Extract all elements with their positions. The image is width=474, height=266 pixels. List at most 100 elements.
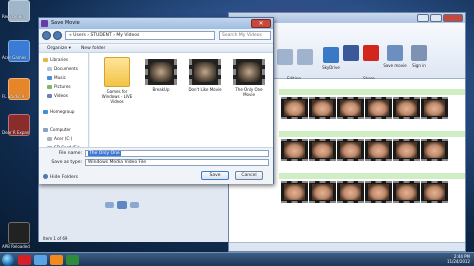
nav-item[interactable]: Homegroup (43, 109, 75, 114)
video-clip-thumbnail[interactable] (309, 181, 336, 203)
file-label: Don't Like Movie (188, 87, 222, 92)
video-clip-thumbnail[interactable] (337, 181, 364, 203)
close-button[interactable]: ✕ (251, 19, 271, 28)
maximize-button[interactable] (430, 14, 442, 22)
nav-item[interactable]: Music (47, 75, 66, 80)
start-button[interactable] (2, 254, 14, 266)
list-item[interactable]: BreakUp (142, 57, 180, 92)
timeline-band (279, 131, 465, 137)
nav-item[interactable]: Documents (47, 66, 78, 71)
youtube-icon[interactable] (363, 45, 379, 61)
game-icon[interactable] (8, 222, 30, 244)
video-clip-thumbnail[interactable] (365, 97, 392, 119)
list-item[interactable]: The Only One Movie (230, 57, 268, 97)
chevron-up-icon (43, 174, 48, 179)
close-button[interactable] (443, 14, 463, 22)
video-clip-thumbnail[interactable] (309, 97, 336, 119)
address-bar[interactable]: « Users › STUDENT › My Videos (65, 31, 215, 40)
pictures-icon (47, 85, 52, 89)
next-frame-button[interactable] (130, 202, 139, 208)
file-label: BreakUp (152, 87, 170, 92)
nav-item-label: Videos (54, 93, 68, 98)
cancel-button[interactable]: Cancel (235, 171, 263, 180)
video-clip-thumbnail[interactable] (337, 139, 364, 161)
video-clip-thumbnail[interactable] (309, 139, 336, 161)
itunes-icon[interactable] (34, 255, 47, 265)
desktop-icon-label: Dear R Expan (2, 130, 30, 135)
video-clip-thumbnail[interactable] (421, 181, 448, 203)
video-clip-thumbnail[interactable] (281, 181, 308, 203)
dialog-title: Save Movie (51, 20, 80, 26)
nav-item-label: Libraries (50, 57, 69, 62)
save-movie-label: Save movie (383, 63, 407, 68)
video-clip-thumbnail[interactable] (365, 181, 392, 203)
video-clip-thumbnail[interactable] (337, 97, 364, 119)
vlc-icon[interactable] (50, 255, 63, 265)
navigation-pane: Libraries Documents Music Pictures Videos Hom… (39, 53, 89, 150)
timeline-band (279, 173, 465, 179)
nav-item-label: Music (54, 75, 66, 80)
video-file-icon (189, 59, 221, 85)
command-bar: Organize ▾ New folder (39, 43, 273, 53)
movie-maker-icon (41, 20, 48, 27)
desktop-icon-label: APB Reloaded (2, 244, 30, 249)
file-label: Games for Windows - LIVE Videos (101, 89, 133, 104)
videos-icon (47, 94, 52, 98)
new-folder-button[interactable]: New folder (81, 46, 105, 51)
save-type-select[interactable]: Windows Media Video File (85, 159, 269, 166)
organize-button[interactable]: Organize ▾ (47, 46, 71, 51)
nav-item[interactable]: Acer (C:) (47, 136, 72, 141)
desktop-icon-label: Recycle Bin (2, 14, 26, 19)
clock-date: 11/24/2012 (446, 259, 470, 264)
file-label: The Only One Movie (235, 87, 263, 97)
play-button[interactable] (117, 201, 127, 209)
save-button[interactable]: Save (201, 171, 229, 180)
ribbon-tool-icon[interactable] (297, 49, 313, 65)
file-name-field[interactable]: The Only One (85, 150, 269, 157)
file-list: Games for Windows - LIVE Videos BreakUp … (90, 53, 273, 147)
save-movie-dialog: Save Movie ✕ « Users › STUDENT › My Vide… (38, 17, 274, 184)
nav-item-label: Computer (50, 127, 71, 132)
video-file-icon (145, 59, 177, 85)
video-clip-thumbnail[interactable] (365, 139, 392, 161)
libraries-icon (43, 58, 48, 62)
video-clip-thumbnail[interactable] (393, 97, 420, 119)
nav-item[interactable]: Computer (43, 127, 71, 132)
video-clip-thumbnail[interactable] (421, 139, 448, 161)
list-item[interactable]: Don't Like Movie (186, 57, 224, 92)
ribbon-tool-icon[interactable] (277, 49, 293, 65)
clock[interactable]: 2:44 PM 11/24/2012 (447, 254, 470, 264)
previous-frame-button[interactable] (105, 202, 114, 208)
video-clip-thumbnail[interactable] (281, 97, 308, 119)
desktop-icon-label: Acer Games (2, 55, 27, 60)
sign-in-icon[interactable] (411, 45, 427, 61)
video-clip-thumbnail[interactable] (421, 97, 448, 119)
nav-item[interactable]: Libraries (43, 57, 68, 62)
search-input[interactable]: Search My Videos (219, 31, 271, 40)
forward-arrow-icon[interactable] (53, 31, 62, 40)
timeline-band (279, 89, 465, 95)
music-icon (47, 76, 52, 80)
video-clip-thumbnail[interactable] (393, 181, 420, 203)
preview-area: Item 1 of 69 (38, 184, 228, 242)
facebook-icon[interactable] (343, 45, 359, 61)
nav-item-label: Acer (C:) (54, 136, 73, 141)
minimize-button[interactable] (417, 14, 429, 22)
nav-item[interactable]: Videos (47, 93, 68, 98)
video-clip-thumbnail[interactable] (393, 139, 420, 161)
status-text: Item 1 of 69 (43, 236, 68, 241)
list-item[interactable]: Games for Windows - LIVE Videos (98, 57, 136, 104)
nav-item-label: Homegroup (50, 109, 75, 114)
save-movie-icon[interactable] (387, 45, 403, 61)
excel-icon[interactable] (66, 255, 79, 265)
hide-folders-button[interactable]: Hide Folders (43, 174, 78, 180)
back-arrow-icon[interactable] (42, 31, 51, 40)
nav-item-label: Documents (54, 66, 78, 71)
drive-icon (47, 137, 52, 141)
netflix-icon[interactable] (18, 255, 31, 265)
video-clip-thumbnail[interactable] (281, 139, 308, 161)
folder-icon (104, 57, 130, 87)
video-file-icon (233, 59, 265, 85)
skydrive-icon[interactable] (323, 47, 339, 63)
nav-item[interactable]: Pictures (47, 84, 71, 89)
